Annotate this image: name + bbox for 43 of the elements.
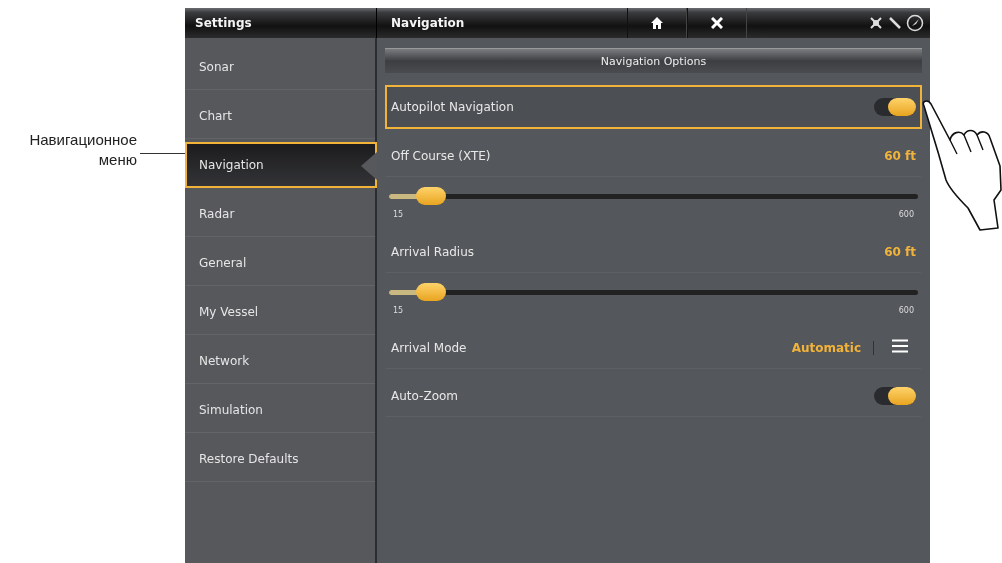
menu-item[interactable]: Navigation xyxy=(185,142,377,188)
setting-row[interactable]: Off Course (XTE) 60 ft xyxy=(385,133,922,177)
slider-track[interactable] xyxy=(389,187,918,205)
pencil-icon xyxy=(888,16,902,30)
menu-item[interactable]: Chart xyxy=(185,93,375,139)
panel-title: Navigation xyxy=(390,16,466,30)
slider-thumb[interactable] xyxy=(416,283,447,301)
close-icon xyxy=(711,17,723,29)
toggle-switch[interactable] xyxy=(874,98,916,116)
menu-item[interactable]: My Vessel xyxy=(185,289,375,335)
setting-label: Autopilot Navigation xyxy=(391,100,515,114)
slider-min-label: 15 xyxy=(393,210,404,219)
setting-row[interactable]: Arrival Mode Automatic xyxy=(385,325,922,369)
setting-value: 60 ft xyxy=(884,148,916,163)
callout-text: Навигационное меню xyxy=(28,130,137,170)
home-icon xyxy=(651,17,663,29)
slider-max-label: 600 xyxy=(898,210,914,219)
section-header: Navigation Options xyxy=(385,48,922,73)
setting-value: Automatic xyxy=(791,340,874,355)
satellite-icon xyxy=(868,15,884,31)
slider-track[interactable] xyxy=(389,283,918,301)
leader-line xyxy=(140,153,185,154)
setting-label: Off Course (XTE) xyxy=(391,148,492,163)
toggle-switch[interactable] xyxy=(874,386,916,405)
setting-row[interactable]: Autopilot Navigation xyxy=(385,85,922,129)
slider-max-label: 600 xyxy=(898,306,914,315)
setting-label: Arrival Mode xyxy=(391,340,468,355)
setting-label: Auto-Zoom xyxy=(391,388,459,403)
menu-item[interactable]: Restore Defaults xyxy=(185,436,375,482)
slider-thumb[interactable] xyxy=(416,187,447,205)
compass-icon xyxy=(906,14,924,32)
menu-item[interactable]: Radar xyxy=(185,191,375,237)
slider-min-label: 15 xyxy=(393,306,404,315)
setting-row[interactable]: Arrival Radius 60 ft xyxy=(385,229,922,273)
setting-label: Arrival Radius xyxy=(391,244,476,259)
menu-button[interactable] xyxy=(892,339,908,356)
menu-item[interactable]: General xyxy=(185,240,375,286)
menu-item[interactable]: Network xyxy=(185,338,375,384)
menu-icon xyxy=(892,339,908,353)
setting-value: 60 ft xyxy=(884,244,916,259)
menu-item[interactable]: Sonar xyxy=(185,44,375,90)
setting-row[interactable]: Auto-Zoom xyxy=(385,373,922,417)
menu-item[interactable]: Simulation xyxy=(185,387,375,433)
